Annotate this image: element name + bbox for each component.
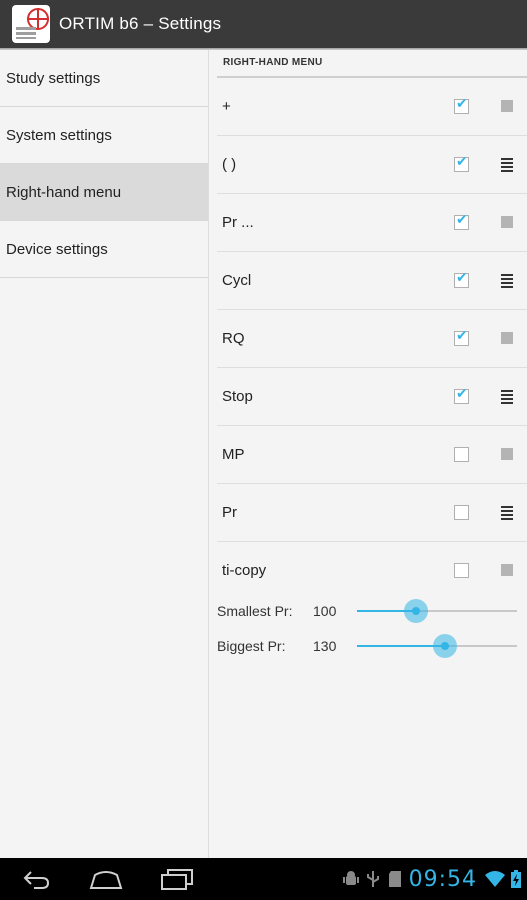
drag-handle-icon[interactable]: [501, 274, 513, 288]
slider-value: 100: [313, 603, 337, 619]
category-system-settings[interactable]: System settings: [0, 107, 208, 164]
clock: 09:54: [408, 866, 477, 892]
category-study-settings[interactable]: Study settings: [0, 50, 208, 107]
android-debug-icon: [342, 871, 359, 885]
menu-option-label: ti-copy: [222, 562, 267, 579]
menu-option-label: MP: [222, 446, 245, 463]
drag-handle-line: [501, 506, 513, 508]
app-title: ORTIM b6 – Settings: [59, 14, 222, 33]
recent-apps-icon[interactable]: [160, 868, 194, 890]
menu-option-checkbox[interactable]: ✔: [454, 385, 469, 404]
square-icon: [501, 332, 513, 344]
settings-categories-list: Study settings System settings Right-han…: [0, 50, 209, 858]
drag-handle-line: [501, 398, 513, 400]
menu-option-label: ( ): [222, 156, 237, 173]
drag-handle-line: [501, 514, 513, 516]
drag-handle-line: [501, 170, 513, 172]
slider-label: Biggest Pr:: [217, 638, 286, 654]
menu-option-row[interactable]: Pr ... ✔: [217, 194, 527, 252]
menu-options-list: + ✔( ) ✔ Pr ... ✔ Cycl ✔ RQ ✔ Stop ✔ MP Pr ti-copy: [217, 78, 527, 599]
menu-option-row[interactable]: Stop ✔: [217, 368, 527, 426]
biggest-pr-slider[interactable]: [357, 634, 517, 658]
category-device-settings[interactable]: Device settings: [0, 221, 208, 278]
menu-option-row[interactable]: Cycl ✔: [217, 252, 527, 310]
menu-option-label: Cycl: [222, 272, 252, 289]
checkmark-icon: ✔: [456, 385, 468, 401]
category-label: Right-hand menu: [6, 183, 122, 201]
menu-option-row[interactable]: ti-copy: [217, 542, 527, 599]
menu-option-checkbox[interactable]: [454, 563, 469, 578]
category-label: System settings: [6, 126, 112, 144]
menu-option-checkbox[interactable]: ✔: [454, 153, 469, 172]
drag-handle-line: [501, 402, 513, 404]
menu-option-checkbox[interactable]: [454, 505, 469, 520]
slider-thumb[interactable]: [404, 599, 429, 623]
drag-handle-line: [501, 158, 513, 160]
smallest-pr-slider[interactable]: [357, 599, 517, 623]
usb-icon: [366, 871, 379, 887]
smallest-pr-slider-row: Smallest Pr: 100: [217, 596, 527, 626]
menu-option-checkbox[interactable]: ✔: [454, 269, 469, 288]
sd-card-icon: [388, 871, 401, 887]
menu-option-row[interactable]: MP: [217, 426, 527, 484]
menu-option-checkbox[interactable]: [454, 447, 469, 462]
home-icon[interactable]: [88, 868, 124, 890]
drag-handle-line: [501, 390, 513, 392]
drag-handle-line: [501, 286, 513, 288]
menu-option-label: Pr: [222, 504, 237, 521]
app-logo-icon[interactable]: [12, 5, 50, 43]
slider-label: Smallest Pr:: [217, 603, 293, 619]
drag-handle-icon[interactable]: [501, 158, 513, 172]
menu-option-row[interactable]: RQ ✔: [217, 310, 527, 368]
wifi-icon: [485, 871, 505, 887]
category-right-hand-menu[interactable]: Right-hand menu: [0, 164, 208, 221]
checkmark-icon: ✔: [456, 95, 468, 111]
drag-handle-line: [501, 282, 513, 284]
menu-option-row[interactable]: ( ) ✔: [217, 136, 527, 194]
drag-handle-line: [501, 166, 513, 168]
menu-option-label: RQ: [222, 330, 245, 347]
back-icon[interactable]: [22, 868, 50, 890]
right-hand-menu-panel: RIGHT-HAND MENU + ✔( ) ✔ Pr ... ✔ Cycl ✔ RQ ✔ Sto…: [209, 50, 527, 858]
drag-handle-line: [501, 518, 513, 520]
slider-thumb[interactable]: [433, 634, 457, 658]
square-icon: [501, 448, 513, 460]
section-header: RIGHT-HAND MENU: [223, 57, 323, 68]
square-icon: [501, 564, 513, 576]
category-label: Device settings: [6, 240, 108, 258]
menu-option-label: Stop: [222, 388, 253, 405]
category-label: Study settings: [6, 69, 101, 87]
menu-option-label: Pr ...: [222, 214, 254, 231]
menu-option-checkbox[interactable]: ✔: [454, 95, 469, 114]
biggest-pr-slider-row: Biggest Pr: 130: [217, 631, 527, 661]
drag-handle-line: [501, 162, 513, 164]
menu-option-row[interactable]: Pr: [217, 484, 527, 542]
checkmark-icon: ✔: [456, 269, 468, 285]
checkmark-icon: ✔: [456, 327, 468, 343]
slider-value: 130: [313, 638, 337, 654]
square-icon: [501, 100, 513, 112]
menu-option-label: +: [222, 98, 231, 115]
checkmark-icon: ✔: [456, 153, 468, 169]
checkmark-icon: ✔: [456, 211, 468, 227]
menu-option-checkbox[interactable]: ✔: [454, 211, 469, 230]
system-nav-bar: 09:54: [0, 858, 527, 900]
status-area[interactable]: 09:54: [342, 858, 527, 900]
drag-handle-icon[interactable]: [501, 390, 513, 404]
drag-handle-icon[interactable]: [501, 506, 513, 520]
menu-option-checkbox[interactable]: ✔: [454, 327, 469, 346]
menu-option-row[interactable]: + ✔: [217, 78, 527, 136]
drag-handle-line: [501, 510, 513, 512]
battery-charging-icon: [511, 870, 521, 888]
drag-handle-line: [501, 274, 513, 276]
slider-fill: [357, 645, 445, 647]
drag-handle-line: [501, 394, 513, 396]
drag-handle-line: [501, 278, 513, 280]
square-icon: [501, 216, 513, 228]
action-bar: ORTIM b6 – Settings: [0, 0, 527, 48]
